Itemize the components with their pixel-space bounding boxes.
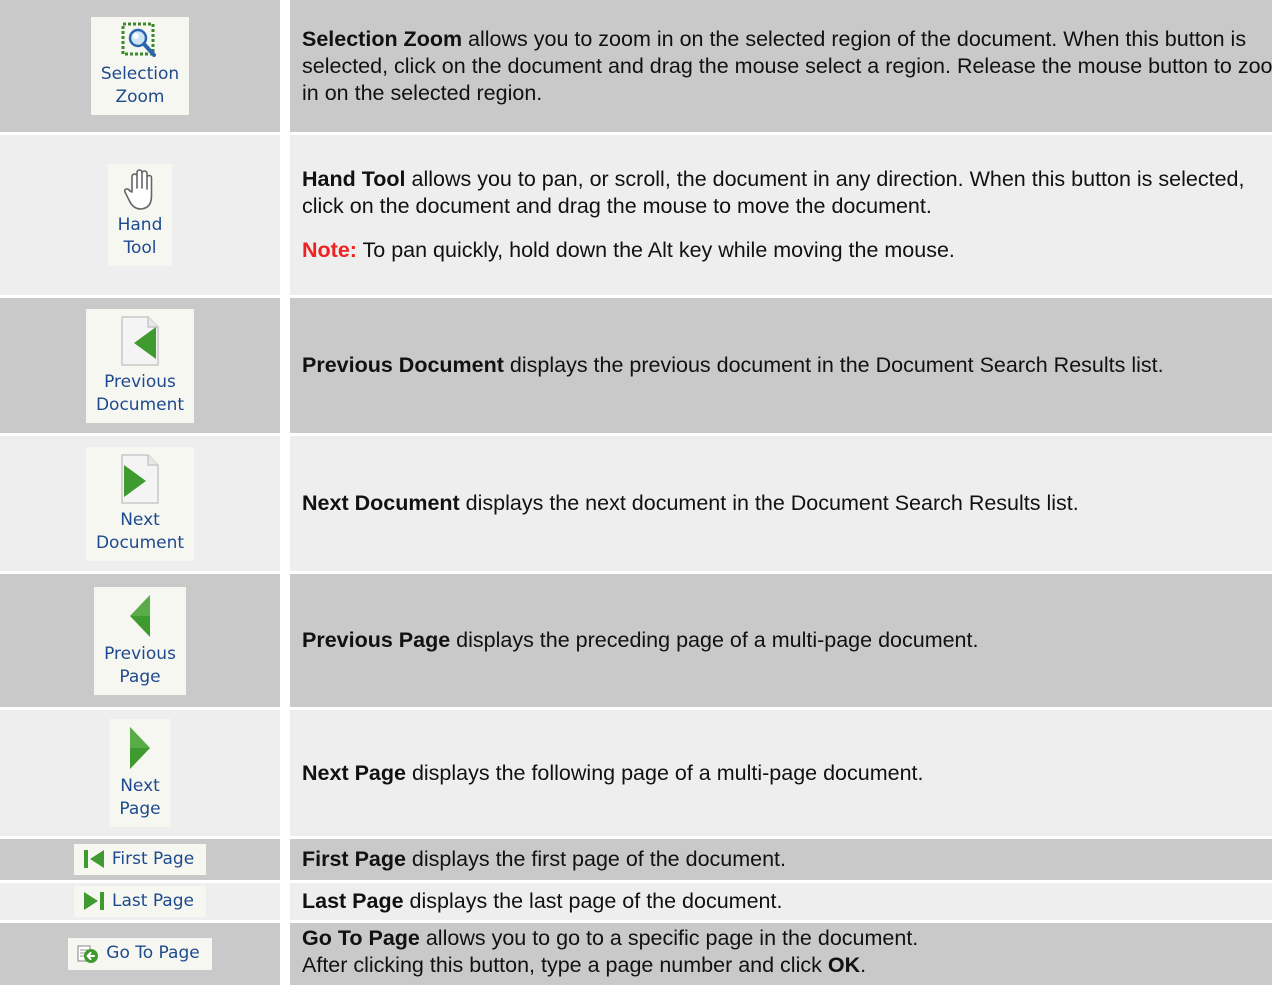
go-to-page-icon [77,945,99,963]
go-to-page-button[interactable]: Go To Page [68,938,212,970]
table-row: Next Page Next Page displays the followi… [0,710,1272,839]
tool-description: displays the first page of the document. [405,847,787,871]
icon-cell: Last Page [0,883,290,923]
table-row: Go To Page Go To Page allows you to go t… [0,923,1272,988]
button-label-line1: Next [120,509,160,530]
tool-description: displays the next document in the Docume… [459,491,1079,515]
icon-cell: Next Document [0,436,290,574]
button-label-line1: Selection [100,64,180,84]
button-label-line2: Zoom [115,87,165,107]
description-cell: Previous Document displays the previous … [290,298,1272,436]
button-label: Go To Page [106,943,200,964]
next-page-icon [130,727,150,769]
description-cell: Hand Tool allows you to pan, or scroll, … [290,135,1272,298]
description: Selection Zoom allows you to zoom in on … [302,26,1272,107]
note-label: Note: [302,238,357,262]
button-label-line1: Previous [104,643,176,664]
next-document-icon [121,453,159,504]
ok-emphasis: OK [827,953,861,977]
description-cell: Next Document displays the next document… [290,436,1272,574]
tool-title: Next Page [302,760,406,785]
selection-zoom-icon [121,22,156,57]
previous-page-icon [130,594,150,637]
description: Previous Page displays the preceding pag… [302,627,1272,654]
hand-icon [123,169,153,210]
tool-title: Hand Tool [302,167,406,191]
first-page-button[interactable]: First Page [73,843,207,876]
last-page-icon [84,892,104,911]
description: Hand Tool allows you to pan, or scroll, … [302,166,1272,220]
hand-tool-button[interactable]: Hand Tool [107,164,173,266]
tool-title: Selection Zoom [302,26,463,51]
description: Next Document displays the next document… [302,490,1272,517]
button-label-line2: Document [95,532,185,553]
tool-title: Previous Document [302,353,504,377]
description-cell: Previous Page displays the preceding pag… [290,574,1272,710]
tool-title: First Page [302,847,406,871]
button-label-line2: Page [119,666,161,687]
button-label-line1: Previous [104,371,176,392]
tool-description: displays the last page of the document. [403,889,783,913]
tool-description: displays the preceding page of a multi-p… [450,628,979,652]
description: Previous Document displays the previous … [302,352,1272,379]
description-cell: Next Page displays the following page of… [290,710,1272,839]
tool-title: Go To Page [302,926,420,950]
description-line2: After clicking this button, type a page … [302,952,1272,979]
description-cell: Go To Page allows you to go to a specifi… [290,923,1272,988]
toolbar-reference-table: Selection Zoom Selection Zoom allows you… [0,0,1272,988]
tool-description: allows you to go to a specific page in t… [419,926,919,950]
table-row: Next Document Next Document displays the… [0,436,1272,574]
table-row: Previous Document Previous Document disp… [0,298,1272,436]
note: Note: To pan quickly, hold down the Alt … [302,237,1272,264]
icon-cell: Go To Page [0,923,290,988]
button-label-line2: Tool [123,238,157,258]
button-label: Last Page [112,890,194,911]
button-label: First Page [111,848,195,869]
tool-title: Last Page [302,889,404,913]
button-label-line1: Next [120,776,160,796]
last-page-button[interactable]: Last Page [74,885,206,918]
selection-zoom-button[interactable]: Selection Zoom [90,17,190,115]
table-row: First Page First Page displays the first… [0,839,1272,883]
description-cell: First Page displays the first page of th… [290,839,1272,883]
icon-cell: Previous Page [0,574,290,710]
description: Last Page displays the last page of the … [302,888,1272,915]
description: First Page displays the first page of th… [302,846,1272,873]
button-label-line2: Document [95,394,185,415]
line2-text: After clicking this button, type a page … [302,953,828,977]
line2-end: . [860,953,867,977]
previous-document-button[interactable]: Previous Document [85,308,195,423]
tool-description: displays the previous document in the Do… [503,353,1164,377]
button-label-line2: Page [119,799,161,819]
table-row: Hand Tool Hand Tool allows you to pan, o… [0,135,1272,298]
icon-cell: First Page [0,839,290,883]
next-document-button[interactable]: Next Document [85,446,195,561]
table-row: Last Page Last Page displays the last pa… [0,883,1272,923]
icon-cell: Selection Zoom [0,0,290,135]
tool-title: Next Document [302,491,460,515]
previous-document-icon [121,315,159,366]
table-row: Previous Page Previous Page displays the… [0,574,1272,710]
description: Next Page displays the following page of… [302,760,1272,787]
icon-cell: Previous Document [0,298,290,436]
next-page-button[interactable]: Next Page [109,719,171,827]
first-page-icon [83,850,104,869]
description: Go To Page allows you to go to a specifi… [302,925,1272,952]
tool-description: displays the following page of a multi-p… [405,760,924,785]
icon-cell: Hand Tool [0,135,290,298]
tool-title: Previous Page [302,628,451,652]
icon-cell: Next Page [0,710,290,839]
note-text: To pan quickly, hold down the Alt key wh… [356,238,955,262]
table-row: Selection Zoom Selection Zoom allows you… [0,0,1272,135]
tool-description: allows you to pan, or scroll, the docume… [302,167,1245,218]
button-label-line1: Hand [117,215,163,235]
description-cell: Selection Zoom allows you to zoom in on … [290,0,1272,135]
previous-page-button[interactable]: Previous Page [94,586,186,695]
description-cell: Last Page displays the last page of the … [290,883,1272,923]
